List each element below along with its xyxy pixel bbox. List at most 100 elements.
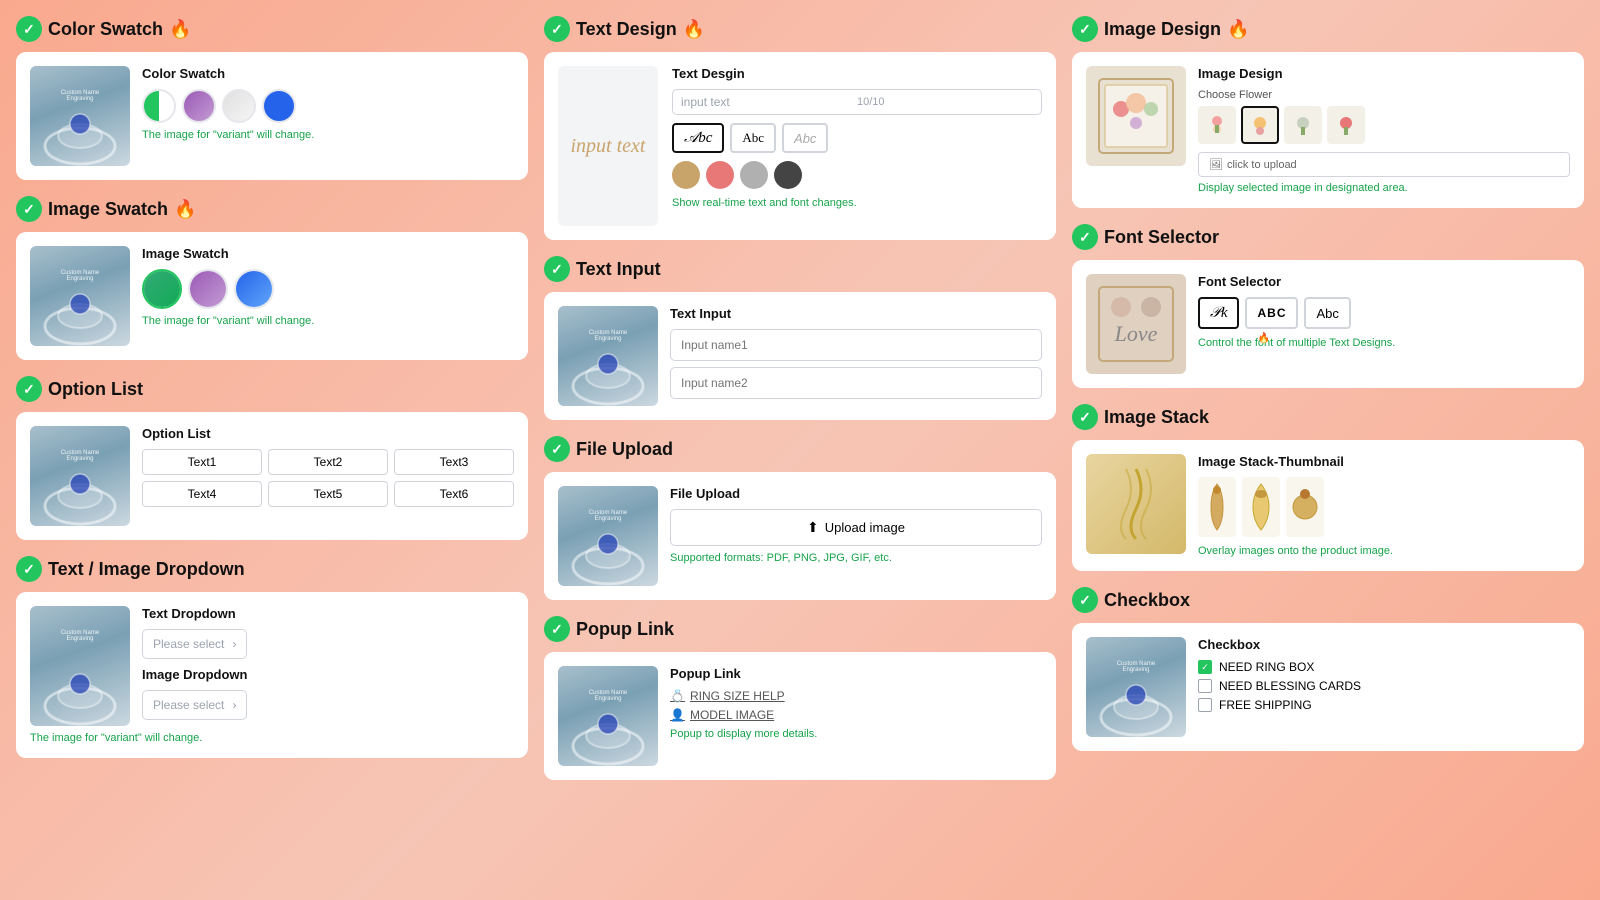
svg-text:Love: Love bbox=[1114, 321, 1158, 346]
image-design-card-label: Image Design bbox=[1198, 66, 1570, 81]
color-swatch-row bbox=[142, 89, 514, 123]
image-design-content: Image Design Choose Flower bbox=[1198, 66, 1570, 194]
flower-thumb-4[interactable] bbox=[1327, 106, 1365, 144]
text-input-field1[interactable] bbox=[670, 329, 1042, 361]
image-stack-card: Image Stack-Thumbnail bbox=[1072, 440, 1584, 571]
option-text6[interactable]: Text6 bbox=[394, 481, 514, 507]
flower-icon-2 bbox=[1246, 111, 1274, 139]
font-sel-cursive-btn[interactable]: 𝒫k bbox=[1198, 297, 1239, 329]
checkbox-unchecked-icon-3 bbox=[1198, 698, 1212, 712]
image-swatch-fire: 🔥 bbox=[174, 199, 196, 220]
image-swatch-content: Image Swatch The image for "variant" wil… bbox=[142, 246, 514, 327]
text-design-input-placeholder[interactable]: input text bbox=[681, 95, 857, 109]
color-dark[interactable] bbox=[774, 161, 802, 189]
image-design-fire: 🔥 bbox=[1227, 19, 1249, 40]
dropdown-content: Text Dropdown Please select › Image Drop… bbox=[142, 606, 247, 728]
color-gold[interactable] bbox=[672, 161, 700, 189]
option-text4[interactable]: Text4 bbox=[142, 481, 262, 507]
option-text3[interactable]: Text3 bbox=[394, 449, 514, 475]
ring-svg bbox=[35, 96, 125, 166]
stack-thumb-svg3 bbox=[1291, 482, 1319, 532]
checkbox-row-1[interactable]: ✓ NEED RING BOX bbox=[1198, 660, 1570, 674]
font-cursive-btn[interactable]: 𝒜bc bbox=[672, 123, 724, 153]
checkbox-row-2[interactable]: NEED BLESSING CARDS bbox=[1198, 679, 1570, 693]
option-grid: Text1 Text2 Text3 Text4 Text5 Text6 bbox=[142, 449, 514, 507]
swatch-blue[interactable] bbox=[262, 89, 296, 123]
image-dropdown-placeholder: Please select bbox=[153, 698, 224, 712]
font-serif-btn[interactable]: Abc bbox=[730, 123, 776, 153]
img-swatch-2[interactable] bbox=[188, 269, 228, 309]
file-upload-product-thumb: Custom NameEngraving bbox=[558, 486, 658, 586]
text-design-card-label: Text Desgin bbox=[672, 66, 1042, 81]
image-stack-note: Overlay images onto the product image. bbox=[1198, 545, 1570, 557]
text-design-controls: Text Desgin input text 10/10 𝒜bc Abc Abc bbox=[672, 66, 1042, 226]
checkbox-label-2: NEED BLESSING CARDS bbox=[1219, 679, 1361, 693]
chevron-down-icon: › bbox=[232, 637, 236, 651]
image-swatch-product-thumb: Custom NameEngraving bbox=[30, 246, 130, 346]
upload-button-label: Upload image bbox=[825, 520, 905, 535]
stack-thumb-1[interactable] bbox=[1198, 477, 1236, 537]
flower-thumb-3[interactable] bbox=[1284, 106, 1322, 144]
option-list-card-label: Option List bbox=[142, 426, 514, 441]
option-list-content: Option List Text1 Text2 Text3 Text4 Text… bbox=[142, 426, 514, 507]
swatch-white[interactable] bbox=[222, 89, 256, 123]
image-stack-check: ✓ bbox=[1072, 404, 1098, 430]
love-frame-svg: Love bbox=[1091, 279, 1181, 369]
upload-preview-icon: 🖼 bbox=[1209, 158, 1223, 171]
color-swatch-check: ✓ bbox=[16, 16, 42, 42]
popup-model-image-link[interactable]: 👤 MODEL IMAGE bbox=[670, 708, 1042, 722]
stack-thumbnails-row bbox=[1198, 477, 1570, 537]
file-upload-card-label: File Upload bbox=[670, 486, 1042, 501]
checkbox-row-3[interactable]: FREE SHIPPING bbox=[1198, 698, 1570, 712]
popup-link-product-thumb: Custom NameEngraving bbox=[558, 666, 658, 766]
option-text5[interactable]: Text5 bbox=[268, 481, 388, 507]
color-gray[interactable] bbox=[740, 161, 768, 189]
text-dropdown-select[interactable]: Please select › bbox=[142, 629, 247, 659]
image-design-card: Image Design Choose Flower bbox=[1072, 52, 1584, 208]
swatch-green-white[interactable] bbox=[142, 89, 176, 123]
font-light-btn[interactable]: Abc bbox=[782, 123, 828, 153]
image-dropdown-label: Image Dropdown bbox=[142, 667, 247, 682]
img-swatch-1[interactable] bbox=[142, 269, 182, 309]
text-design-preview: input text bbox=[558, 66, 658, 226]
upload-preview-button[interactable]: 🖼 click to upload bbox=[1198, 152, 1570, 177]
color-swatch-title: Color Swatch bbox=[48, 19, 163, 40]
flower-thumb-1[interactable] bbox=[1198, 106, 1236, 144]
dropdown-product-thumb: Custom NameEngraving bbox=[30, 606, 130, 726]
popup-link-card-label: Popup Link bbox=[670, 666, 1042, 681]
image-design-product-thumb bbox=[1086, 66, 1186, 166]
font-selector-product-thumb: Love bbox=[1086, 274, 1186, 374]
color-red[interactable] bbox=[706, 161, 734, 189]
stack-thumb-2[interactable] bbox=[1242, 477, 1280, 537]
font-sel-abc-btn[interactable]: ABC bbox=[1245, 297, 1298, 329]
option-list-product-thumb: Custom NameEngraving bbox=[30, 426, 130, 526]
option-text1[interactable]: Text1 bbox=[142, 449, 262, 475]
font-selector-title: Font Selector bbox=[1104, 227, 1219, 248]
file-upload-content: File Upload ⬆ Upload image Supported for… bbox=[670, 486, 1042, 586]
upload-image-button[interactable]: ⬆ Upload image bbox=[670, 509, 1042, 546]
img-swatch-3[interactable] bbox=[234, 269, 274, 309]
swatch-purple[interactable] bbox=[182, 89, 216, 123]
popup-ring-size-link[interactable]: 💍 RING SIZE HELP bbox=[670, 689, 1042, 703]
ring-svg4 bbox=[35, 656, 125, 726]
font-sel-light-btn[interactable]: Abc bbox=[1304, 297, 1350, 329]
option-text2[interactable]: Text2 bbox=[268, 449, 388, 475]
chain-svg bbox=[1091, 459, 1181, 549]
flower-thumb-2[interactable] bbox=[1241, 106, 1279, 144]
ring-svg8 bbox=[1091, 667, 1181, 737]
text-dropdown-placeholder: Please select bbox=[153, 637, 224, 651]
text-input-field2[interactable] bbox=[670, 367, 1042, 399]
text-input-check: ✓ bbox=[544, 256, 570, 282]
popup-link-card: Custom NameEngraving Popup Link 💍 RING S… bbox=[544, 652, 1056, 780]
text-design-color-row bbox=[672, 161, 1042, 189]
text-design-preview-text: input text bbox=[571, 135, 646, 158]
stack-thumb-3[interactable] bbox=[1286, 477, 1324, 537]
ring-svg7 bbox=[563, 696, 653, 766]
image-dropdown-select[interactable]: Please select › bbox=[142, 690, 247, 720]
image-design-check: ✓ bbox=[1072, 16, 1098, 42]
dropdown-title: Text / Image Dropdown bbox=[48, 559, 245, 580]
ring-svg2 bbox=[35, 276, 125, 346]
checkbox-product-thumb: Custom NameEngraving bbox=[1086, 637, 1186, 737]
image-stack-product-thumb bbox=[1086, 454, 1186, 554]
model-link-icon: 👤 bbox=[670, 708, 685, 722]
